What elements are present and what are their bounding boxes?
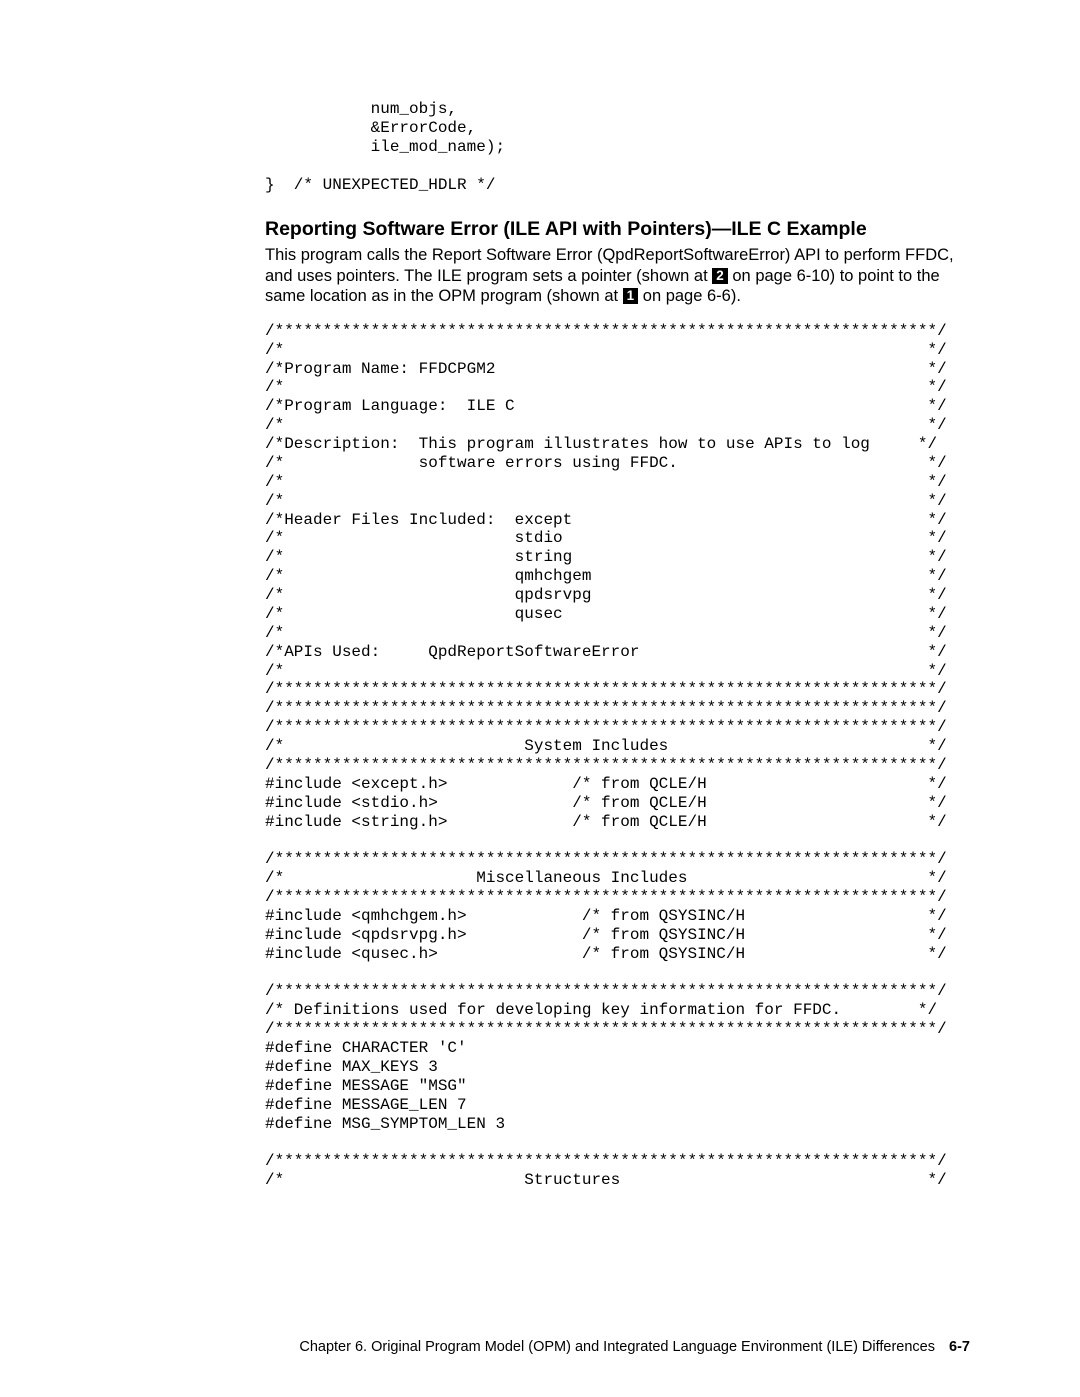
callout-ref-2: 2 [712,268,728,284]
footer-pagenum: 6-7 [939,1339,970,1355]
section-heading: Reporting Software Error (ILE API with P… [265,218,970,241]
code-block-main: /***************************************… [265,322,970,1190]
intro-paragraph: This program calls the Report Software E… [265,245,970,305]
code-block-top: num_objs, &ErrorCode, ile_mod_name); } /… [265,100,970,194]
callout-ref-1: 1 [623,288,639,304]
page-footer: Chapter 6. Original Program Model (OPM) … [299,1339,970,1355]
intro-text-3: on page 6-6). [638,287,741,305]
footer-chapter: Chapter 6. Original Program Model (OPM) … [299,1339,935,1355]
